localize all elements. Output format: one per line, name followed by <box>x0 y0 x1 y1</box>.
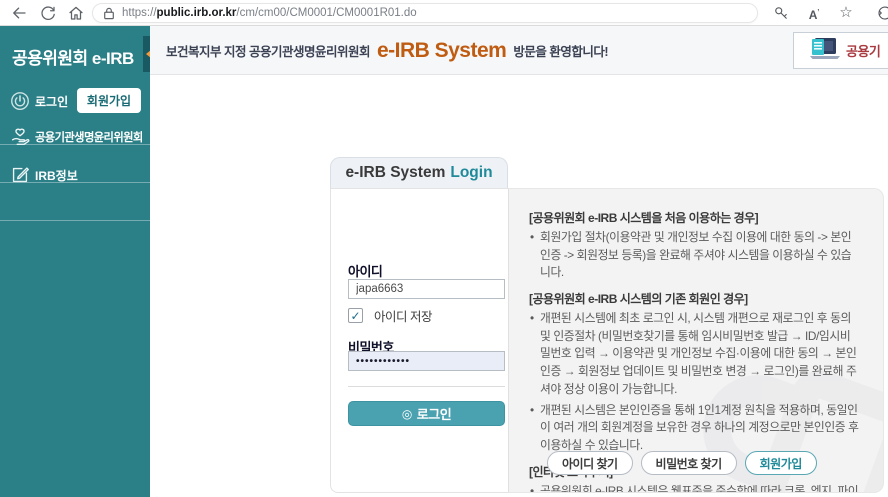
address-bar[interactable]: https://public.irb.or.kr/cm/cm00/CM0001/… <box>92 3 758 23</box>
id-input[interactable] <box>348 279 505 299</box>
login-button-label: 로그인 <box>417 404 451 423</box>
guide-bullet: 개편된 시스템에 최초 로그인 시, 시스템 개편으로 재로그인 후 동의 및 … <box>529 310 859 398</box>
url-text: https://public.irb.or.kr/cm/cm00/CM0001/… <box>122 7 417 19</box>
account-actions-row: 아이디 찾기 비밀번호 찾기 회원가입 <box>547 451 817 475</box>
save-id-checkbox[interactable] <box>348 308 363 323</box>
save-id-label: 아이디 저장 <box>374 306 432 325</box>
sidebar: 공용위원회 e-IRB 로그인 회원가입 공용기관생명윤리위원회 IRB정보 <box>0 26 150 497</box>
read-aloud-icon[interactable]: Aʼ <box>805 4 823 22</box>
favorites-star-icon[interactable]: ☆ <box>837 4 855 22</box>
welcome-post-text: 방문을 환영합니다! <box>513 41 608 60</box>
guide-bullet: 공용위원회 e-IRB 시스템은 웹표준을 준수함에 따라 크롬, 엣지, 파이… <box>529 483 859 493</box>
browser-toolbar: https://public.irb.or.kr/cm/cm00/CM0001/… <box>0 0 888 26</box>
welcome-highlight-text: e-IRB System <box>377 39 506 63</box>
sidebar-irb-info-label: IRB정보 <box>35 167 78 184</box>
guide-heading: [공용위원회 e-IRB 시스템의 기존 회원인 경우] <box>529 290 859 307</box>
signup-button[interactable]: 회원가입 <box>745 451 817 475</box>
page: https://public.irb.or.kr/cm/cm00/CM0001/… <box>0 0 888 497</box>
login-info-panel: [공용위원회 e-IRB 시스템을 처음 이용하는 경우] 회원가입 절차(이용… <box>508 188 884 493</box>
password-key-icon[interactable] <box>772 4 790 22</box>
login-form-panel: 아이디 아이디 저장 비밀번호 ◎로그인 <box>330 188 508 493</box>
target-circle-icon: ◎ <box>402 407 412 421</box>
save-id-checkbox-row[interactable]: 아이디 저장 <box>348 306 432 325</box>
login-panel-tab: e-IRB System Login <box>330 157 508 188</box>
laptop-document-icon <box>806 36 840 66</box>
sidebar-item-login[interactable]: 로그인 회원가입 <box>0 84 150 118</box>
url-prefix: https:// <box>122 7 157 19</box>
sidebar-item-irb-info[interactable]: IRB정보 <box>0 156 150 194</box>
sidebar-committee-label: 공용기관생명윤리위원회 <box>35 129 143 145</box>
hand-heart-icon <box>9 126 31 148</box>
guide-heading: [공용위원회 e-IRB 시스템을 처음 이용하는 경우] <box>529 209 859 226</box>
power-login-icon <box>9 90 31 112</box>
guide-bullet: 회원가입 절차(이용약관 및 개인정보 수집 이용에 대한 동의 -> 본인인증… <box>529 229 859 282</box>
sidebar-signup-button[interactable]: 회원가입 <box>77 88 141 113</box>
welcome-message: 보건복지부 지정 공용기관생명윤리위원회 e-IRB System 방문을 환영… <box>166 26 608 75</box>
sidebar-login-label: 로그인 <box>35 93 68 110</box>
login-tab-title: e-IRB System <box>345 164 445 182</box>
id-label: 아이디 <box>348 261 382 280</box>
home-icon[interactable] <box>67 4 85 22</box>
find-password-button[interactable]: 비밀번호 찾기 <box>641 451 737 475</box>
banner-corner-link[interactable]: 공용기 <box>793 32 888 69</box>
browser-extension-icon[interactable] <box>876 4 888 22</box>
site-security-lock-icon[interactable] <box>103 7 115 20</box>
welcome-pre-text: 보건복지부 지정 공용기관생명윤리위원회 <box>166 41 370 60</box>
banner-corner-label: 공용기 <box>846 41 880 60</box>
form-divider <box>348 386 505 387</box>
url-domain: public.irb.or.kr <box>157 7 237 19</box>
url-path: /cm/cm00/CM0001/CM0001R01.do <box>236 7 416 19</box>
find-id-button[interactable]: 아이디 찾기 <box>547 451 633 475</box>
login-tab-highlight: Login <box>450 164 492 182</box>
refresh-icon[interactable] <box>39 4 57 22</box>
guide-bullet: 개편된 시스템은 본인인증을 통해 1인1계정 원칙을 적용하며, 동일인이 여… <box>529 402 859 455</box>
sidebar-item-committee[interactable]: 공용기관생명윤리위원회 <box>0 118 150 156</box>
password-input[interactable] <box>348 351 505 371</box>
back-icon[interactable] <box>10 4 28 22</box>
welcome-banner: 보건복지부 지정 공용기관생명윤리위원회 e-IRB System 방문을 환영… <box>150 26 888 75</box>
sidebar-divider <box>0 220 150 221</box>
edit-pencil-icon <box>9 164 31 186</box>
login-button[interactable]: ◎ 로그인 <box>348 401 505 426</box>
sidebar-title: 공용위원회 e-IRB <box>12 44 142 69</box>
